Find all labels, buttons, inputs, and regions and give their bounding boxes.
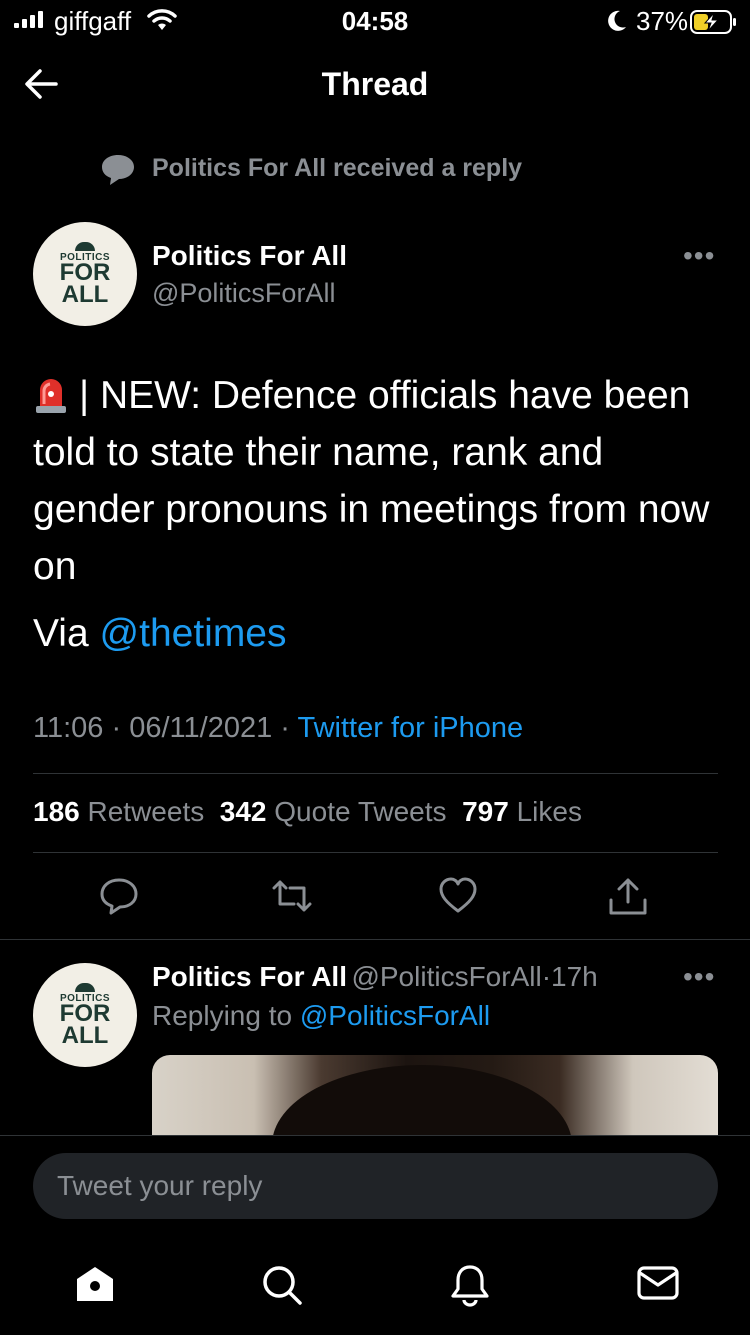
battery-percentage: 37%: [636, 6, 689, 36]
meta-separator: ·: [111, 712, 122, 744]
siren-emoji-icon: [36, 379, 66, 413]
replying-to-link[interactable]: @PoliticsForAll: [300, 1000, 490, 1031]
logo-lamp-icon: [75, 983, 95, 993]
avatar-logo-line3: ALL: [61, 1022, 109, 1049]
likes-label: Likes: [516, 796, 582, 827]
battery-charging-icon: [690, 10, 736, 34]
reply-icon[interactable]: [99, 876, 139, 916]
reply-author-name[interactable]: Politics For All: [152, 961, 347, 992]
reply-header: Politics For All @PoliticsForAll·17h: [152, 961, 598, 993]
tweet-time: 11:06: [33, 712, 104, 744]
quotes-count: 342: [219, 796, 267, 827]
tweet-stats: 186 Retweets 342 Quote Tweets 797 Likes: [33, 796, 582, 828]
reply-author-handle[interactable]: @PoliticsForAll: [351, 961, 541, 992]
search-icon[interactable]: [260, 1263, 304, 1307]
author-name[interactable]: Politics For All: [152, 240, 347, 272]
reply-media-image[interactable]: [152, 1055, 718, 1135]
mention-link[interactable]: @thetimes: [100, 612, 287, 655]
quotes-stat[interactable]: 342 Quote Tweets: [220, 796, 447, 827]
reply-age: 17h: [551, 961, 598, 992]
tweet-date: 06/11/2021: [129, 712, 273, 744]
status-bar: giffgaff 04:58 37%: [0, 0, 750, 44]
via-prefix: Via: [33, 612, 89, 655]
avatar-logo-line3: ALL: [61, 281, 109, 308]
likes-stat[interactable]: 797 Likes: [462, 796, 582, 827]
home-icon[interactable]: [73, 1263, 117, 1305]
retweets-count: 186: [33, 796, 80, 827]
divider: [33, 773, 718, 774]
avatar[interactable]: POLITICS FOR ALL: [33, 222, 137, 326]
reply-more-options-icon[interactable]: •••: [683, 961, 715, 993]
media-photo-subject: [272, 1065, 572, 1135]
tweet-source-link[interactable]: Twitter for iPhone: [298, 712, 524, 744]
notifications-bell-icon[interactable]: [449, 1263, 491, 1307]
reply-bubble-icon: [102, 155, 134, 185]
like-heart-icon[interactable]: [438, 876, 478, 916]
retweets-label: Retweets: [87, 796, 205, 827]
retweets-stat[interactable]: 186 Retweets: [33, 796, 204, 827]
divider: [0, 939, 750, 940]
replying-prefix: Replying to: [152, 1000, 293, 1031]
share-icon[interactable]: [607, 876, 649, 918]
meta-separator: ·: [280, 712, 290, 744]
tweet-via: Via @thetimes: [33, 612, 287, 656]
tweet-meta: 11:06 · 06/11/2021 · Twitter for iPhone: [33, 712, 523, 745]
meta-separator: ·: [541, 961, 552, 992]
social-context: Politics For All received a reply: [152, 154, 523, 182]
tweet-text: | NEW: Defence officials have been told …: [33, 367, 723, 595]
do-not-disturb-icon: [608, 10, 626, 31]
author-handle[interactable]: @PoliticsForAll: [152, 278, 335, 309]
retweet-icon[interactable]: [270, 876, 314, 916]
reply-input-placeholder: Tweet your reply: [57, 1170, 263, 1201]
likes-count: 797: [462, 796, 509, 827]
reply-avatar[interactable]: POLITICS FOR ALL: [33, 963, 137, 1067]
logo-lamp-icon: [75, 242, 95, 252]
divider: [33, 852, 718, 853]
tweet-body: | NEW: Defence officials have been told …: [33, 374, 710, 588]
more-options-icon[interactable]: •••: [683, 240, 715, 272]
replying-to: Replying to @PoliticsForAll: [152, 1000, 490, 1032]
page-title: Thread: [321, 66, 429, 102]
quotes-label: Quote Tweets: [274, 796, 447, 827]
messages-mail-icon[interactable]: [636, 1263, 680, 1303]
